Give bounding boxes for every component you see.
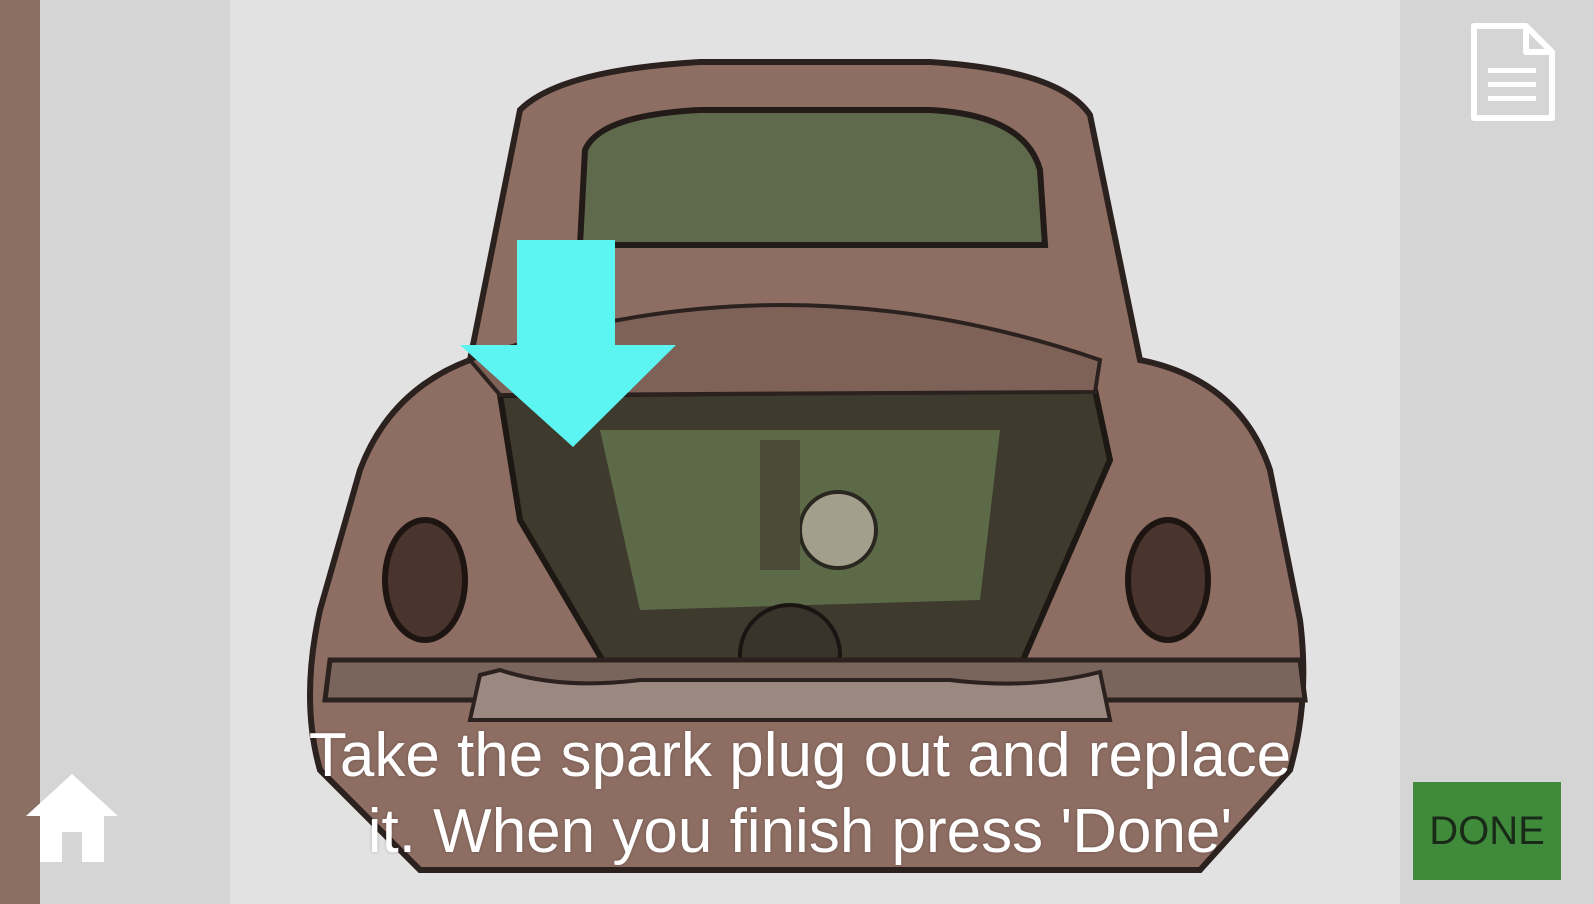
instruction-text: Take the spark plug out and replace it. … xyxy=(160,718,1440,870)
done-button[interactable]: DONE xyxy=(1413,782,1561,880)
document-button[interactable] xyxy=(1468,22,1556,122)
home-icon xyxy=(26,774,118,862)
ar-viewport: Take the spark plug out and replace it. … xyxy=(0,0,1594,904)
left-edge xyxy=(0,0,40,904)
instruction-line-2: it. When you finish press 'Done' xyxy=(367,797,1233,866)
home-button[interactable] xyxy=(22,770,122,866)
done-button-label: DONE xyxy=(1429,808,1545,853)
document-icon xyxy=(1471,23,1555,121)
instruction-line-1: Take the spark plug out and replace xyxy=(308,721,1292,790)
